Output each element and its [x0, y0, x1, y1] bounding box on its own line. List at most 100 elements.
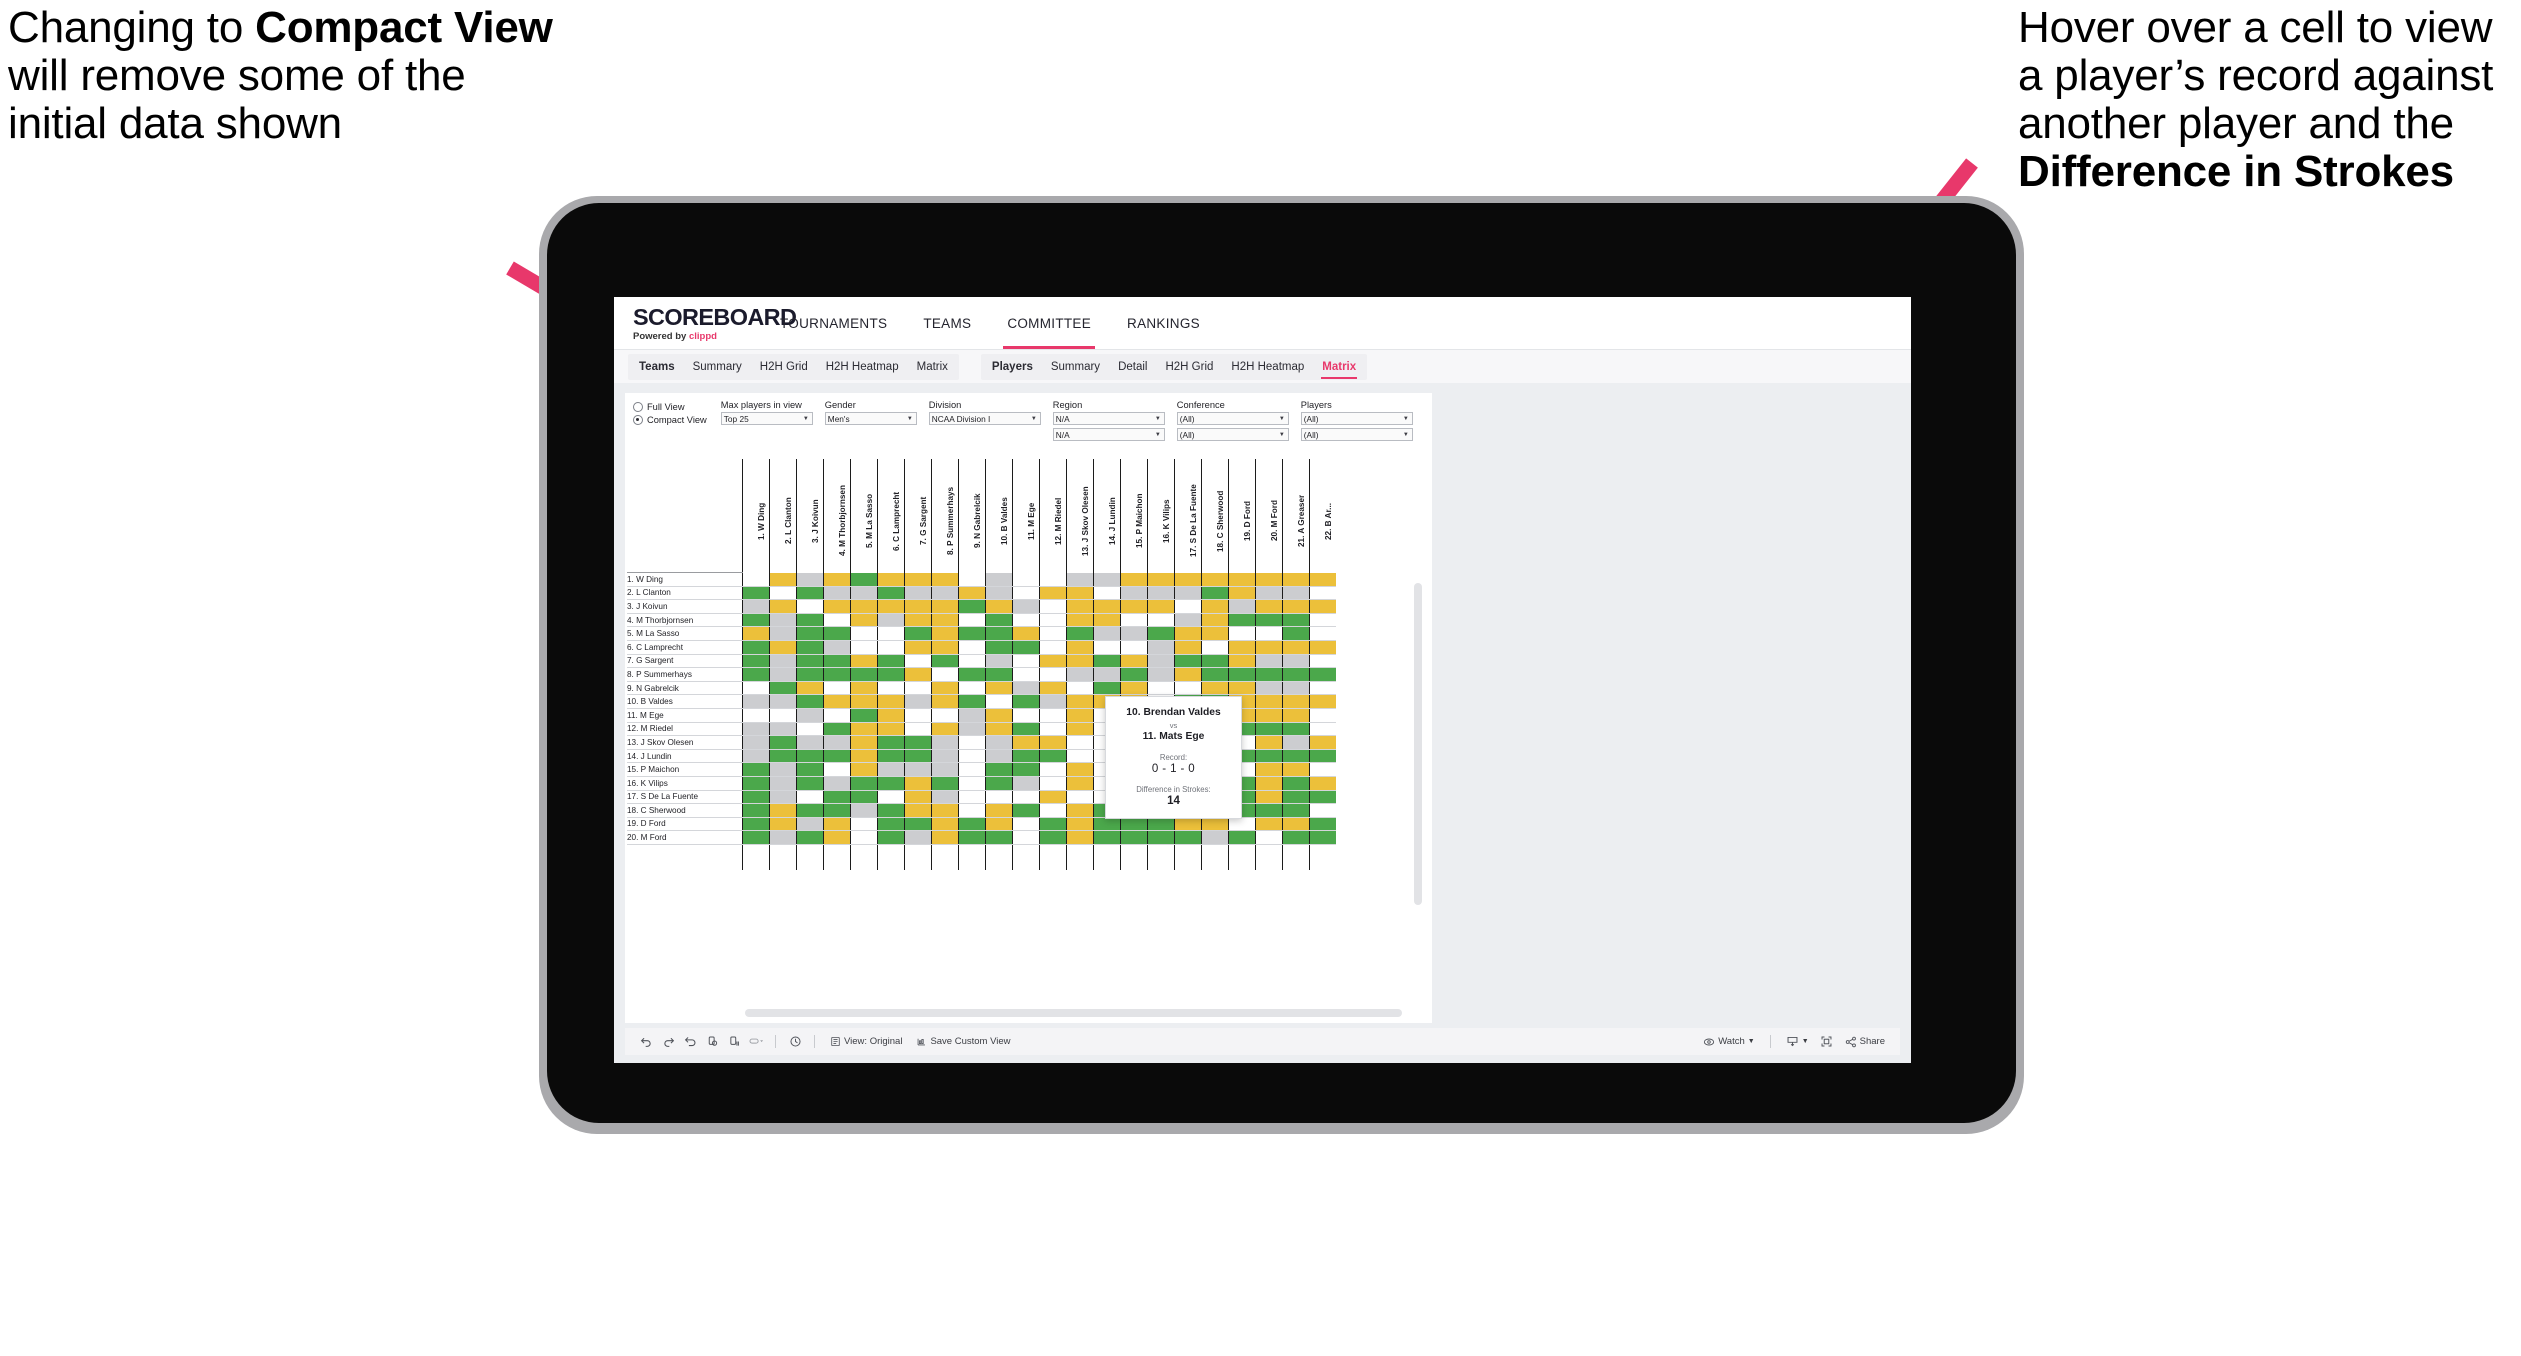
matrix-cell[interactable] — [796, 681, 824, 696]
matrix-cell[interactable] — [931, 694, 959, 709]
matrix-cell[interactable] — [1012, 722, 1040, 737]
matrix-cell[interactable] — [1309, 708, 1336, 723]
matrix-cell[interactable] — [742, 776, 770, 791]
matrix-cell[interactable] — [877, 599, 905, 614]
matrix-cell[interactable] — [1039, 667, 1067, 682]
matrix-cell[interactable] — [1255, 640, 1283, 655]
matrix-cell[interactable] — [1201, 654, 1229, 669]
matrix-cell[interactable] — [850, 749, 878, 764]
matrix-row-label[interactable]: 4. M Thorbjornsen — [627, 613, 743, 628]
matrix-cell[interactable] — [1093, 667, 1121, 682]
matrix-cell[interactable] — [1012, 803, 1040, 818]
matrix-cell[interactable] — [1147, 586, 1175, 601]
matrix-cell[interactable] — [1147, 572, 1175, 587]
matrix-cell[interactable] — [1039, 599, 1067, 614]
matrix-cell[interactable] — [958, 790, 986, 805]
matrix-cell[interactable] — [1228, 667, 1256, 682]
matrix-cell[interactable] — [1093, 586, 1121, 601]
matrix-cell[interactable] — [904, 776, 932, 791]
matrix-cell[interactable] — [1066, 790, 1094, 805]
matrix-cell[interactable] — [742, 681, 770, 696]
matrix-cell[interactable] — [742, 613, 770, 628]
matrix-cell[interactable] — [1039, 681, 1067, 696]
matrix-cell[interactable] — [958, 776, 986, 791]
matrix-column-header[interactable]: 17. S De La Fuente — [1174, 459, 1202, 573]
matrix-row-label[interactable]: 14. J Lundin — [627, 749, 743, 764]
matrix-cell[interactable] — [796, 749, 824, 764]
matrix-column-header[interactable]: 18. C Sherwood — [1201, 459, 1229, 573]
matrix-column-header[interactable]: 2. L Clanton — [769, 459, 797, 573]
matrix-cell[interactable] — [958, 667, 986, 682]
matrix-cell[interactable] — [1255, 817, 1283, 832]
matrix-cell[interactable] — [1039, 776, 1067, 791]
subnav-teams-matrix[interactable]: Matrix — [908, 354, 957, 380]
matrix-cell[interactable] — [1066, 654, 1094, 669]
matrix-cell[interactable] — [796, 626, 824, 641]
matrix-cell[interactable] — [769, 762, 797, 777]
matrix-cell[interactable] — [1228, 817, 1256, 832]
matrix-cell[interactable] — [1174, 572, 1202, 587]
share-button[interactable]: Share — [1838, 1032, 1892, 1052]
matrix-cell[interactable] — [1012, 613, 1040, 628]
matrix-cell[interactable] — [931, 708, 959, 723]
nav-committee[interactable]: COMMITTEE — [989, 297, 1109, 349]
matrix-row-label[interactable]: 16. K Vilips — [627, 776, 743, 791]
matrix-cell[interactable] — [1255, 749, 1283, 764]
matrix-cell[interactable] — [1012, 776, 1040, 791]
matrix-cell[interactable] — [1309, 613, 1336, 628]
matrix-cell[interactable] — [985, 586, 1013, 601]
matrix-cell[interactable] — [958, 626, 986, 641]
matrix-cell[interactable] — [1120, 599, 1148, 614]
matrix-cell[interactable] — [1066, 722, 1094, 737]
matrix-cell[interactable] — [850, 626, 878, 641]
matrix-cell[interactable] — [769, 790, 797, 805]
matrix-cell[interactable] — [877, 722, 905, 737]
matrix-cell[interactable] — [823, 599, 851, 614]
matrix-cell[interactable] — [958, 722, 986, 737]
matrix-cell[interactable] — [877, 681, 905, 696]
matrix-cell[interactable] — [1309, 599, 1336, 614]
matrix-cell[interactable] — [985, 790, 1013, 805]
matrix-cell[interactable] — [985, 776, 1013, 791]
matrix-cell[interactable] — [850, 776, 878, 791]
matrix-cell[interactable] — [985, 817, 1013, 832]
matrix-cell[interactable] — [1039, 613, 1067, 628]
matrix-cell[interactable] — [823, 572, 851, 587]
matrix-cell[interactable] — [850, 572, 878, 587]
matrix-cell[interactable] — [877, 749, 905, 764]
app-logo[interactable]: SCOREBOARD Powered by clippd — [614, 304, 797, 342]
download-button[interactable]: ▼ — [1779, 1032, 1816, 1052]
nav-rankings[interactable]: RANKINGS — [1109, 297, 1218, 349]
matrix-cell[interactable] — [1309, 626, 1336, 641]
matrix-cell[interactable] — [931, 640, 959, 655]
matrix-cell[interactable] — [904, 749, 932, 764]
matrix-cell[interactable] — [1309, 830, 1336, 845]
matrix-cell[interactable] — [1039, 722, 1067, 737]
matrix-cell[interactable] — [1066, 613, 1094, 628]
matrix-cell[interactable] — [796, 776, 824, 791]
matrix-cell[interactable] — [958, 654, 986, 669]
matrix-cell[interactable] — [1039, 572, 1067, 587]
matrix-cell[interactable] — [1282, 790, 1310, 805]
matrix-cell[interactable] — [1255, 803, 1283, 818]
matrix-cell[interactable] — [850, 722, 878, 737]
matrix-cell[interactable] — [742, 640, 770, 655]
matrix-column-header[interactable]: 11. M Ege — [1012, 459, 1040, 573]
matrix-cell[interactable] — [877, 708, 905, 723]
matrix-cell[interactable] — [1066, 626, 1094, 641]
matrix-cell[interactable] — [1093, 817, 1121, 832]
matrix-column-header[interactable]: 20. M Ford — [1255, 459, 1283, 573]
matrix-cell[interactable] — [1066, 667, 1094, 682]
matrix-cell[interactable] — [1066, 599, 1094, 614]
matrix-cell[interactable] — [1255, 626, 1283, 641]
matrix-cell[interactable] — [877, 667, 905, 682]
matrix-cell[interactable] — [1255, 572, 1283, 587]
matrix-column-header[interactable]: 1. W Ding — [742, 459, 770, 573]
matrix-column-header[interactable]: 22. B Ar... — [1309, 459, 1336, 573]
matrix-cell[interactable] — [1282, 681, 1310, 696]
matrix-cell[interactable] — [823, 694, 851, 709]
matrix-cell[interactable] — [796, 817, 824, 832]
matrix-cell[interactable] — [1282, 817, 1310, 832]
matrix-cell[interactable] — [931, 817, 959, 832]
matrix-cell[interactable] — [1255, 694, 1283, 709]
